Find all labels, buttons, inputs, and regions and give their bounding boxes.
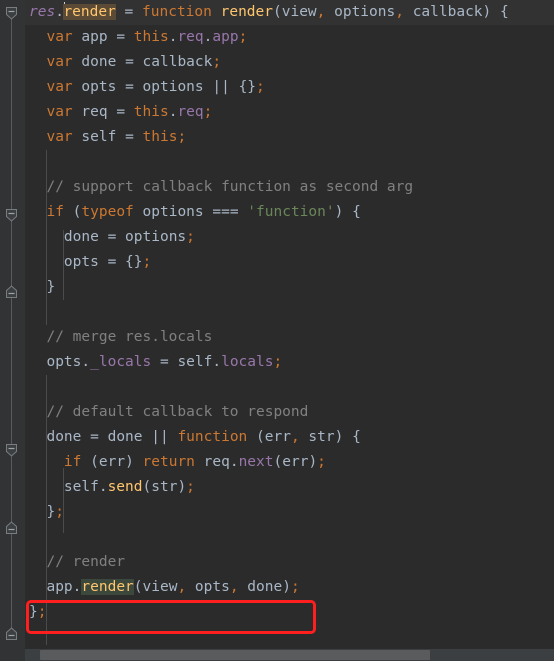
code-line[interactable]: var opts = options || {}; <box>25 75 554 100</box>
code-line-blank[interactable] <box>25 150 554 175</box>
code-line[interactable]: if (typeof options === 'function') { <box>25 200 554 225</box>
code-line[interactable]: // default callback to respond <box>25 400 554 425</box>
token-render-usage-highlighted: render <box>81 579 134 595</box>
horizontal-scrollbar-track[interactable] <box>25 649 554 661</box>
code-line[interactable]: // support callback function as second a… <box>25 175 554 200</box>
fold-rail <box>11 18 12 634</box>
code-line[interactable]: var app = this.req.app; <box>25 25 554 50</box>
code-line[interactable]: }; <box>25 500 554 525</box>
indent-guide <box>46 375 47 645</box>
horizontal-scrollbar-thumb[interactable] <box>40 650 430 660</box>
fold-expanded-icon <box>6 7 17 20</box>
code-line[interactable]: var req = this.req; <box>25 100 554 125</box>
token-comment: // render <box>46 554 126 570</box>
code-line[interactable]: opts = {}; <box>25 250 554 275</box>
fold-expanded-icon <box>6 209 17 222</box>
code-line[interactable]: // merge res.locals <box>25 325 554 350</box>
indent-guide <box>63 230 64 300</box>
indent-guide <box>46 150 47 325</box>
code-line[interactable]: self.send(str); <box>25 475 554 500</box>
fold-marker-end[interactable] <box>4 520 19 536</box>
code-editor[interactable]: res.render = function render(view, optio… <box>0 0 554 661</box>
token-res: res <box>29 4 56 20</box>
fold-end-icon <box>6 627 17 640</box>
fold-expanded-icon <box>6 444 17 457</box>
token-string: 'function' <box>247 204 335 220</box>
code-line[interactable]: if (err) return req.next(err); <box>25 450 554 475</box>
code-line[interactable]: done = options; <box>25 225 554 250</box>
token-comment: // merge res.locals <box>46 329 213 345</box>
code-line-blank[interactable] <box>25 525 554 550</box>
fold-marker-end[interactable] <box>4 284 19 300</box>
token-render-highlighted: render <box>63 4 116 20</box>
code-line[interactable]: // render <box>25 550 554 575</box>
fold-marker-expanded[interactable] <box>4 5 19 21</box>
code-line-blank[interactable] <box>25 375 554 400</box>
code-text-area[interactable]: res.render = function render(view, optio… <box>25 0 554 661</box>
fold-marker-expanded[interactable] <box>4 442 19 458</box>
code-line[interactable]: done = done || function (err, str) { <box>25 425 554 450</box>
code-line-annotated[interactable]: app.render(view, opts, done); <box>25 575 554 600</box>
code-line[interactable]: }; <box>25 600 554 625</box>
fold-end-icon <box>6 285 17 298</box>
token-comment: // default callback to respond <box>46 404 309 420</box>
code-line[interactable]: var done = callback; <box>25 50 554 75</box>
fold-marker-end[interactable] <box>4 626 19 642</box>
fold-end-icon <box>6 521 17 534</box>
code-line[interactable]: opts._locals = self.locals; <box>25 350 554 375</box>
code-line[interactable]: } <box>25 275 554 300</box>
code-line-blank[interactable] <box>25 300 554 325</box>
code-line[interactable]: var self = this; <box>25 125 554 150</box>
indent-guide <box>63 468 64 533</box>
token-comment: // support callback function as second a… <box>46 179 414 195</box>
editor-gutter[interactable] <box>0 0 25 661</box>
fold-marker-expanded[interactable] <box>4 207 19 223</box>
code-line[interactable]: res.render = function render(view, optio… <box>25 0 554 25</box>
